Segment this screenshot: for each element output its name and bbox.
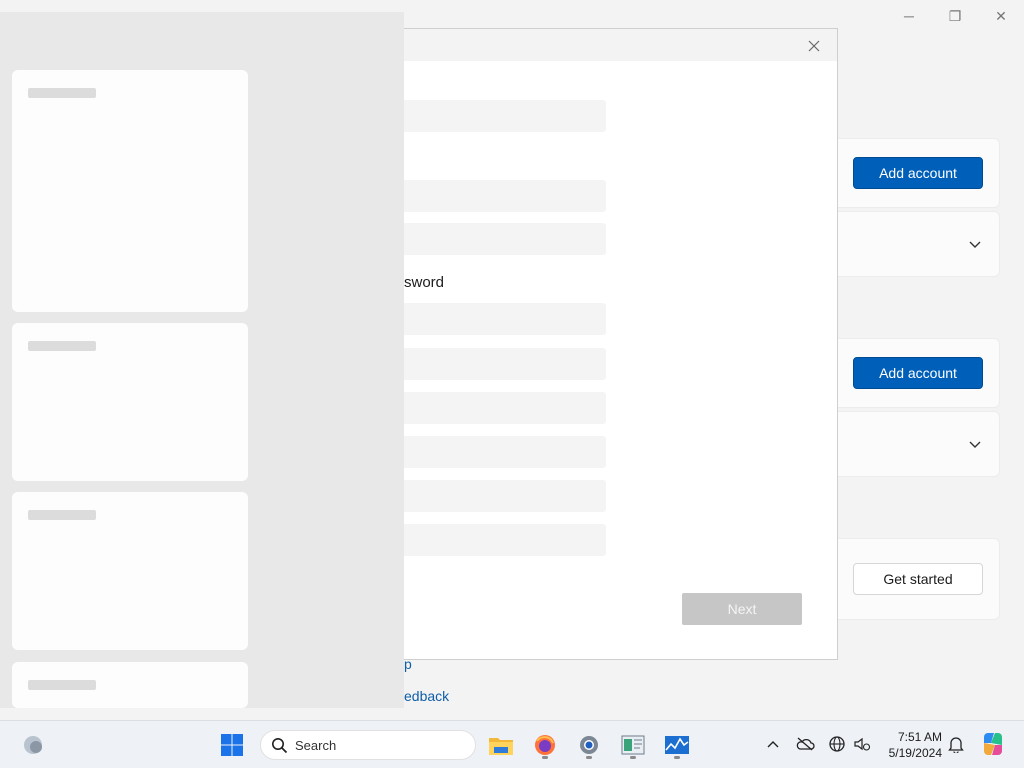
skeleton-card (12, 662, 248, 708)
copilot-pre-icon[interactable] (980, 731, 1006, 757)
give-feedback-link[interactable]: edback (404, 688, 449, 704)
running-indicator (586, 756, 592, 759)
input-field[interactable] (404, 524, 606, 556)
skeleton-card (12, 70, 248, 312)
chevron-down-icon[interactable] (966, 236, 984, 254)
input-field[interactable] (404, 436, 606, 468)
skeleton-card (12, 323, 248, 481)
network-globe-icon[interactable] (826, 733, 848, 755)
notepad-app-icon[interactable] (617, 729, 649, 761)
skeleton-line (28, 680, 96, 690)
settings-gear-icon[interactable] (573, 729, 605, 761)
running-indicator (630, 756, 636, 759)
dialog-titlebar (404, 29, 837, 61)
skeleton-line (28, 88, 96, 98)
system-clock[interactable]: 7:51 AM 5/19/2024 (880, 729, 942, 761)
add-account-button-2[interactable]: Add account (853, 357, 983, 389)
file-explorer-icon[interactable] (485, 729, 517, 761)
skeleton-card (12, 492, 248, 650)
volume-settings-icon[interactable] (851, 733, 873, 755)
notification-bell-icon[interactable] (945, 733, 967, 755)
restore-button[interactable]: ❐ (932, 4, 978, 28)
skeleton-line (28, 510, 96, 520)
search-placeholder: Search (295, 738, 337, 753)
password-label: sword (404, 274, 445, 291)
firefox-icon[interactable] (529, 729, 561, 761)
close-icon[interactable] (803, 35, 825, 57)
input-field[interactable] (404, 223, 606, 255)
password-field[interactable] (404, 303, 606, 335)
chevron-down-icon[interactable] (966, 436, 984, 454)
onedrive-offline-icon[interactable] (794, 733, 816, 755)
clock-date: 5/19/2024 (888, 746, 942, 760)
task-manager-icon[interactable] (661, 729, 693, 761)
chevron-up-icon[interactable] (762, 733, 784, 755)
taskbar: Search 7:51 AM 5/19/2024 (0, 720, 1024, 768)
search-input[interactable]: Search (260, 730, 476, 760)
running-indicator (674, 756, 680, 759)
account-dialog: sword Next (404, 28, 838, 660)
get-started-button[interactable]: Get started (853, 563, 983, 595)
input-field[interactable] (404, 480, 606, 512)
running-indicator (542, 756, 548, 759)
loading-skeleton-panel (0, 12, 404, 708)
input-field[interactable] (404, 180, 606, 212)
next-button[interactable]: Next (682, 593, 802, 625)
search-icon (271, 737, 288, 759)
skeleton-line (28, 341, 96, 351)
widgets-weather-icon[interactable] (17, 729, 49, 761)
add-account-button-1[interactable]: Add account (853, 157, 983, 189)
windows-start-icon[interactable] (216, 729, 248, 761)
input-field[interactable] (404, 348, 606, 380)
minimize-button[interactable]: ─ (886, 4, 932, 28)
input-field[interactable] (404, 100, 606, 132)
input-field[interactable] (404, 392, 606, 424)
clock-time: 7:51 AM (897, 730, 942, 744)
close-button[interactable]: ✕ (978, 4, 1024, 28)
